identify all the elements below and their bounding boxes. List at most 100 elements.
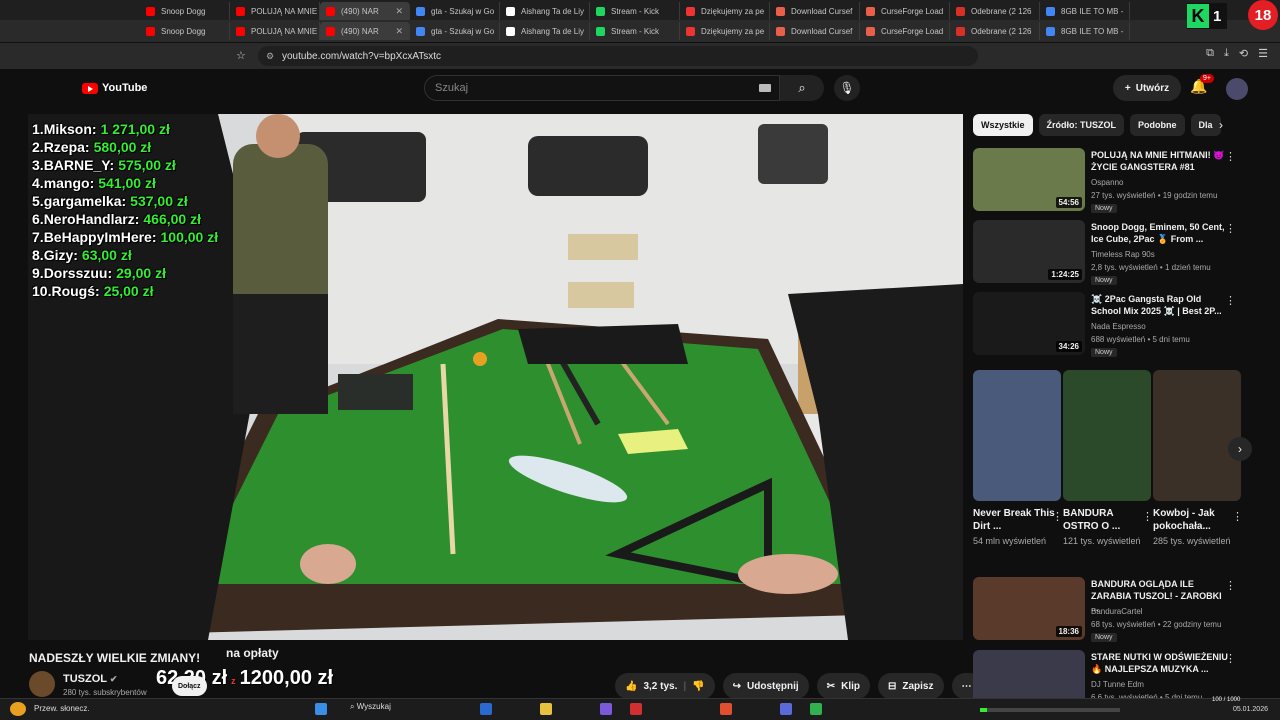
browser-tab[interactable]: CurseForge Load — [860, 2, 950, 20]
site-info-icon[interactable]: ⚙ — [266, 51, 274, 62]
browser-tab[interactable]: Download Cursef — [770, 22, 860, 40]
close-icon[interactable]: ✕ — [395, 26, 403, 37]
browser-tab[interactable]: Stream - Kick — [590, 22, 680, 40]
related-title[interactable]: Snoop Dogg, Eminem, 50 Cent, Ice Cube, 2… — [1091, 221, 1231, 245]
channel-name[interactable]: TUSZOL ✔ — [63, 673, 117, 685]
more-icon[interactable]: ⋮ — [1225, 222, 1236, 235]
share-button[interactable]: ↪ Udostępnij — [722, 673, 809, 699]
youtube-logo[interactable]: YouTube — [82, 82, 147, 94]
voice-search-button[interactable]: 🎙 — [834, 75, 860, 101]
app-icon[interactable] — [720, 703, 732, 715]
related-video[interactable]: 54:56 POLUJĄ NA MNIE HITMANI! 👿 ŻYCIE GAN… — [973, 148, 1248, 214]
more-icon[interactable]: ⋮ — [1225, 579, 1236, 592]
short-item[interactable]: Kowboj - Jak pokochała... 285 tys. wyświe… — [1153, 370, 1243, 548]
browser-tab[interactable]: (490) NAR ✕ — [320, 2, 410, 20]
chevron-right-icon[interactable]: › — [1219, 118, 1223, 132]
menu-icon[interactable]: ☰ — [1258, 47, 1268, 60]
close-icon[interactable]: ✕ — [395, 6, 403, 17]
short-title[interactable]: Kowboj - Jak pokochała... — [1153, 507, 1241, 533]
history-icon[interactable]: ⟲ — [1239, 47, 1248, 60]
short-item[interactable]: Never Break This Dirt ... 54 mln wyświetl… — [973, 370, 1063, 548]
download-icon[interactable]: ⤓ — [1224, 47, 1229, 60]
browser-tab[interactable]: Dziękujemy za pe — [680, 2, 770, 20]
more-icon[interactable]: ⋮ — [1052, 510, 1063, 523]
short-title[interactable]: BANDURA OSTRO O ... — [1063, 507, 1151, 533]
filter-chip[interactable]: Dla — [1190, 114, 1221, 136]
related-channel[interactable]: BanduraCartel — [1091, 607, 1143, 616]
leaderboard-entry: 2.Rzepa: 580,00 zł — [32, 139, 152, 155]
browser-tab[interactable]: 8GB ILE TO MB - — [1040, 2, 1130, 20]
taskbar-search[interactable]: ⌕ Wyszukaj — [350, 702, 391, 712]
thumbs-down-icon[interactable]: 👎 — [692, 681, 704, 692]
browser-tab[interactable]: Aishang Ta de Liy — [500, 22, 590, 40]
related-video[interactable]: 34:26 ☠️ 2Pac Gangsta Rap Old School Mix … — [973, 292, 1248, 358]
browser-tab[interactable]: Download Cursef — [770, 2, 860, 20]
related-channel[interactable]: Nada Espresso — [1091, 322, 1146, 331]
bookmark-icon[interactable]: ☆ — [236, 49, 246, 62]
app-icon[interactable] — [480, 703, 492, 715]
short-thumbnail[interactable] — [973, 370, 1061, 501]
related-title[interactable]: ☠️ 2Pac Gangsta Rap Old School Mix 2025 … — [1091, 293, 1231, 317]
clock-date: 05.01.2026 — [1232, 706, 1268, 713]
browser-tab[interactable]: POLUJĄ NA MNIE — [230, 22, 320, 40]
related-channel[interactable]: Timeless Rap 90s — [1091, 250, 1155, 259]
browser-tab[interactable]: Aishang Ta de Liy — [500, 2, 590, 20]
like-button[interactable]: 👍 3,2 tys. | 👎 — [615, 673, 715, 699]
save-button[interactable]: ⊟ Zapisz — [877, 673, 944, 699]
more-icon[interactable]: ⋮ — [1225, 294, 1236, 307]
url-field[interactable]: ⚙ youtube.com/watch?v=bpXcxATsxtc — [258, 46, 978, 66]
search-button[interactable]: ⌕ — [780, 75, 824, 101]
extensions-icon[interactable]: ⧉ — [1206, 47, 1214, 60]
channel-avatar[interactable] — [29, 671, 55, 697]
donation-leaderboard: 1.Mikson: 1 271,00 zł 2.Rzepa: 580,00 zł 3.B… — [32, 120, 218, 300]
browser-tab[interactable]: Stream - Kick — [590, 2, 680, 20]
browser-tab[interactable]: Snoop Dogg — [140, 2, 230, 20]
app-icon[interactable] — [810, 703, 822, 715]
video-thumbnail[interactable]: 18:36 — [973, 577, 1085, 640]
browser-tab[interactable]: Dziękujemy za pe — [680, 22, 770, 40]
more-icon[interactable]: ⋮ — [1142, 510, 1153, 523]
join-button[interactable]: Dołącz — [172, 676, 207, 696]
clip-button[interactable]: ✂ Klip — [816, 673, 870, 699]
related-video[interactable]: 18:36 BANDURA OGLĄDA ILE ZARABIA TUSZOL! … — [973, 577, 1248, 643]
browser-tab[interactable]: gta - Szukaj w Go — [410, 2, 500, 20]
start-icon[interactable] — [315, 703, 327, 715]
related-video[interactable]: 1:24:25 Snoop Dogg, Eminem, 50 Cent, Ice … — [973, 220, 1248, 286]
filter-chip[interactable]: Wszystkie — [973, 114, 1033, 136]
browser-tab[interactable]: Odebrane (2 126 — [950, 2, 1040, 20]
filter-chip[interactable]: Podobne — [1130, 114, 1185, 136]
filter-chip[interactable]: Źródło: TUSZOL — [1038, 114, 1125, 136]
browser-tab[interactable]: Snoop Dogg — [140, 22, 230, 40]
create-button[interactable]: + Utwórz — [1113, 75, 1181, 101]
browser-tab[interactable]: CurseForge Load — [860, 22, 950, 40]
related-title[interactable]: STARE NUTKI W ODŚWIEŻENIU 🔥 NAJLEPSZA MU… — [1091, 651, 1231, 675]
app-icon[interactable] — [600, 703, 612, 715]
short-title[interactable]: Never Break This Dirt ... — [973, 507, 1061, 533]
tab-title: gta - Szukaj w Go — [431, 26, 495, 36]
shorts-next-button[interactable]: › — [1228, 437, 1252, 461]
video-thumbnail[interactable]: 34:26 — [973, 292, 1085, 355]
related-channel[interactable]: Ospanno — [1091, 178, 1123, 187]
discord-icon[interactable] — [780, 703, 792, 715]
short-item[interactable]: BANDURA OSTRO O ... 121 tys. wyświetleń ⋮ — [1063, 370, 1153, 548]
more-icon[interactable]: ⋮ — [1232, 510, 1243, 523]
video-player[interactable]: 1.Mikson: 1 271,00 zł 2.Rzepa: 580,00 zł 3.B… — [28, 114, 963, 640]
browser-tab[interactable]: POLUJĄ NA MNIE — [230, 2, 320, 20]
avatar[interactable] — [1226, 78, 1248, 100]
short-thumbnail[interactable] — [1063, 370, 1151, 501]
browser-tab[interactable]: 8GB ILE TO MB - — [1040, 22, 1130, 40]
video-thumbnail[interactable]: 1:24:25 — [973, 220, 1085, 283]
more-icon[interactable]: ⋮ — [1225, 150, 1236, 163]
search-input[interactable]: Szukaj — [424, 75, 780, 101]
browser-tab[interactable]: gta - Szukaj w Go — [410, 22, 500, 40]
related-channel[interactable]: DJ Tunne Edm — [1091, 680, 1144, 689]
folder-icon[interactable] — [540, 703, 552, 715]
keyboard-icon[interactable] — [759, 84, 771, 92]
more-icon[interactable]: ⋮ — [1225, 652, 1236, 665]
video-thumbnail[interactable]: 54:56 — [973, 148, 1085, 211]
browser-tab[interactable]: Odebrane (2 126 — [950, 22, 1040, 40]
short-thumbnail[interactable] — [1153, 370, 1241, 501]
app-icon[interactable] — [630, 703, 642, 715]
related-title[interactable]: POLUJĄ NA MNIE HITMANI! 👿 ŻYCIE GANGSTER… — [1091, 149, 1231, 173]
browser-tab[interactable]: (490) NAR ✕ — [320, 22, 410, 40]
